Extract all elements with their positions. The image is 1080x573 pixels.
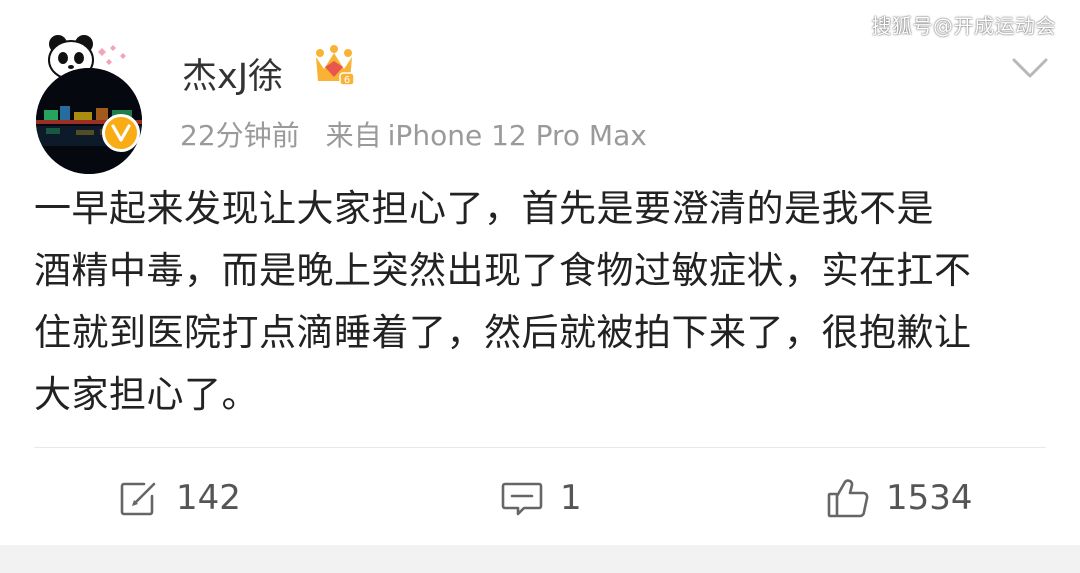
comment-count: 1 <box>560 478 582 518</box>
username[interactable]: 杰xJ徐 <box>182 48 283 99</box>
divider <box>34 447 1046 448</box>
verified-v-icon <box>111 124 131 142</box>
post-body-line: 住就到医院打点滴睡着了，然后就被拍下来了，很抱歉让 <box>34 311 972 354</box>
post-body-line: 一早起来发现让大家担心了，首先是要澄清的是我不是 <box>34 187 934 230</box>
action-bar: 142 1 1534 <box>0 468 1080 528</box>
avatar[interactable] <box>36 30 144 174</box>
comment-icon <box>501 482 543 516</box>
verified-badge <box>102 114 140 152</box>
weibo-post-card: 搜狐号@开成运动会 杰xJ徐 6 22分钟前 来自 iPhone 12 Pro … <box>0 0 1080 573</box>
repost-icon <box>120 482 156 516</box>
repost-button[interactable]: 142 <box>118 468 241 528</box>
watermark: 搜狐号@开成运动会 <box>871 14 1056 38</box>
post-body-line: 酒精中毒，而是晚上突然出现了食物过敏症状，实在扛不 <box>34 249 972 292</box>
chevron-down-icon[interactable] <box>1010 56 1050 80</box>
source-prefix: 来自 <box>325 119 382 152</box>
like-icon <box>827 479 869 518</box>
post-meta: 22分钟前 来自 iPhone 12 Pro Max <box>180 114 647 154</box>
source-device: iPhone 12 Pro Max <box>387 119 647 152</box>
repost-count: 142 <box>176 478 241 518</box>
like-count: 1534 <box>886 478 973 518</box>
post-body: 一早起来发现让大家担心了，首先是要澄清的是我不是 酒精中毒，而是晚上突然出现了食… <box>34 178 1044 426</box>
timestamp: 22分钟前 <box>180 119 300 152</box>
comment-button[interactable]: 1 <box>500 468 582 528</box>
post-body-line: 大家担心了。 <box>34 373 259 416</box>
svg-text:6: 6 <box>344 75 350 86</box>
bottom-separator <box>0 545 1080 573</box>
like-button[interactable]: 1534 <box>826 468 973 528</box>
vip-crown-icon: 6 <box>316 45 355 86</box>
